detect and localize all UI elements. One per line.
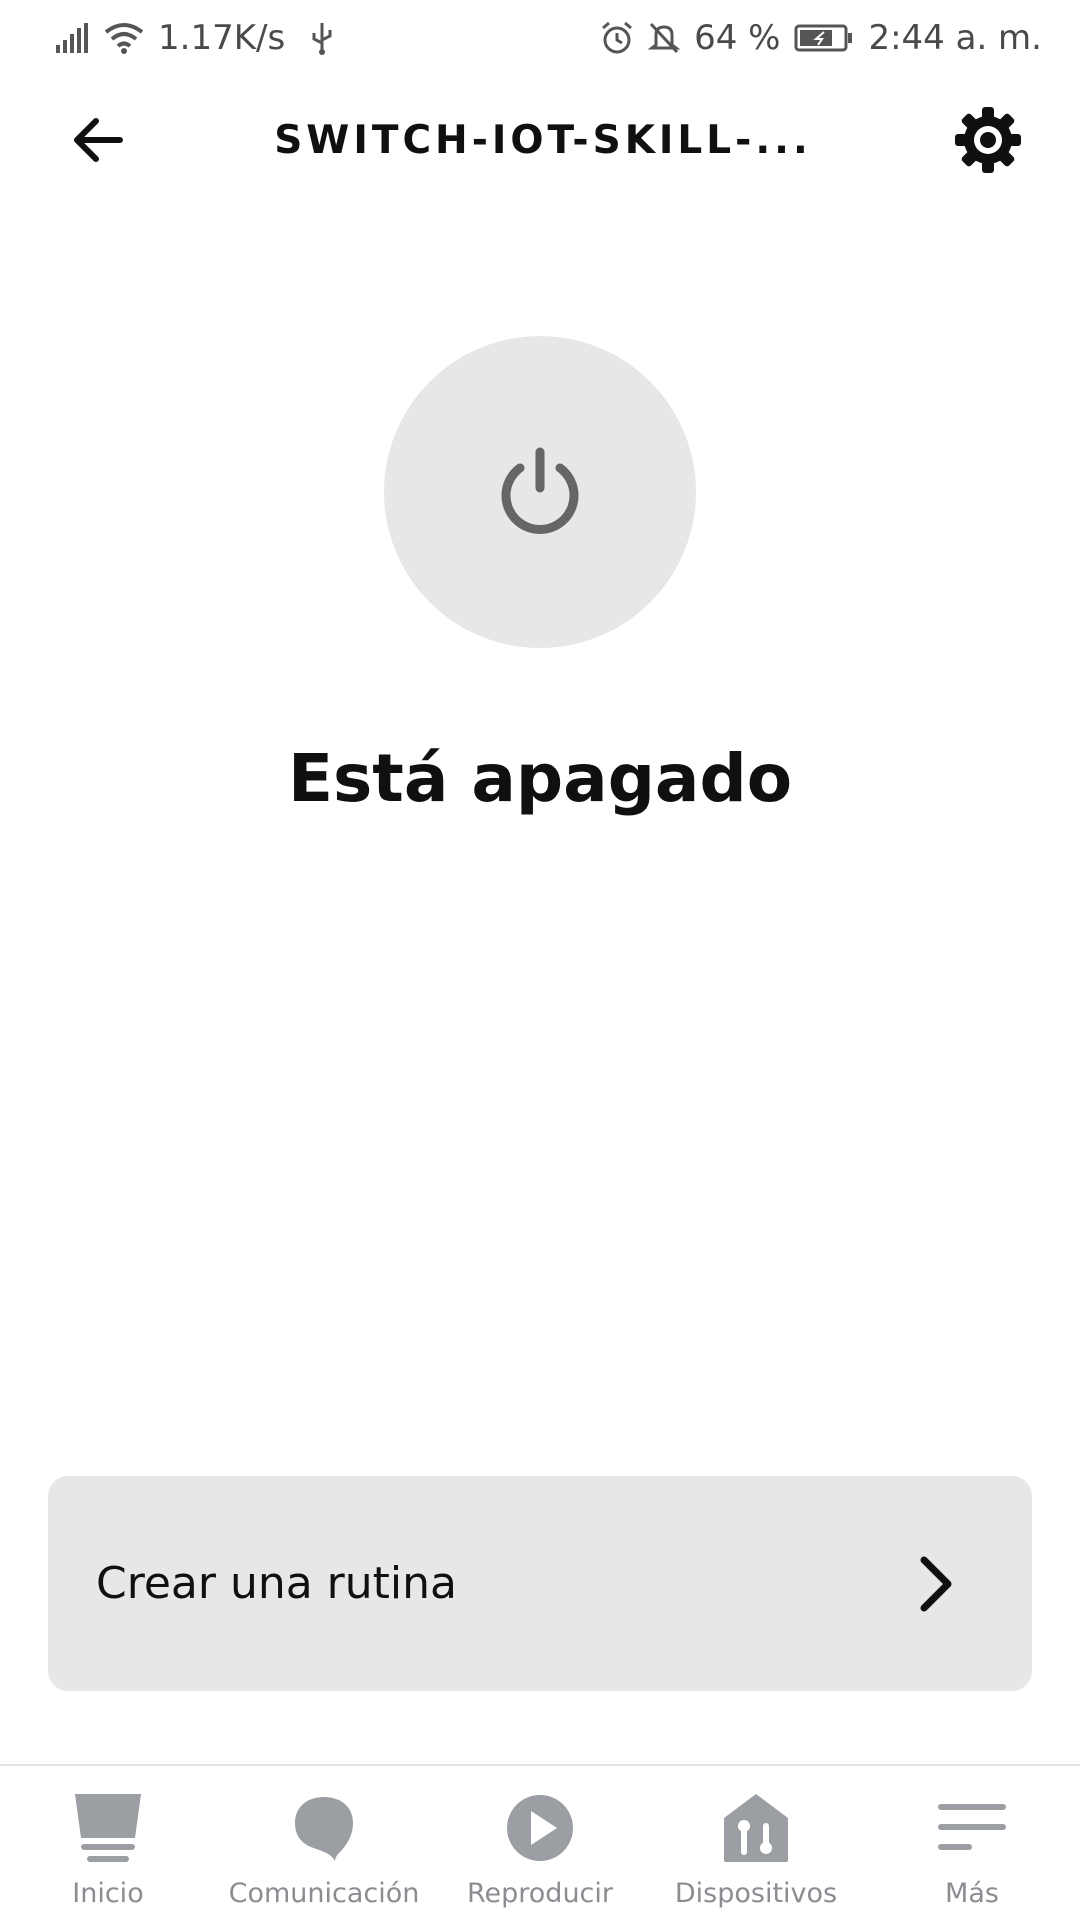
chat-bubble-icon: [284, 1788, 364, 1868]
bottom-navigation: Inicio Comunicación Reproducir Dispositi…: [0, 1764, 1080, 1920]
nav-item-mas[interactable]: Más: [864, 1766, 1080, 1920]
chevron-right-icon: [920, 1556, 952, 1611]
menu-icon: [932, 1788, 1012, 1868]
clock: 2:44 a. m.: [868, 18, 1042, 58]
nav-item-reproducir[interactable]: Reproducir: [432, 1766, 648, 1920]
devices-home-icon: [716, 1788, 796, 1868]
nav-label-inicio: Inicio: [72, 1878, 144, 1909]
page-title: SWITCH-IOT-SKILL-...: [274, 117, 812, 163]
nav-item-comunicacion[interactable]: Comunicación: [216, 1766, 432, 1920]
app-header: SWITCH-IOT-SKILL-...: [0, 84, 1080, 196]
screen: 1.17K/s 64 % 2:44 a. m. SWITCH-IOT-SKILL…: [0, 0, 1080, 1920]
create-routine-label: Crear una rutina: [96, 1558, 457, 1609]
settings-button[interactable]: [948, 100, 1028, 180]
wifi-icon: [104, 22, 144, 54]
nav-label-mas: Más: [945, 1878, 999, 1909]
gear-icon: [954, 107, 1021, 173]
create-routine-button[interactable]: Crear una rutina: [48, 1476, 1032, 1691]
power-icon: [501, 447, 579, 534]
play-icon: [500, 1788, 580, 1868]
battery-percent: 64 %: [694, 18, 781, 58]
status-right: 64 % 2:44 a. m.: [600, 18, 1042, 58]
signal-icon: [56, 23, 90, 53]
mute-bell-icon: [648, 21, 681, 55]
nav-item-inicio[interactable]: Inicio: [0, 1766, 216, 1920]
back-arrow-icon: [74, 118, 123, 162]
back-button[interactable]: [58, 100, 138, 180]
battery-icon: [794, 23, 854, 53]
nav-label-reproducir: Reproducir: [466, 1878, 614, 1909]
nav-item-dispositivos[interactable]: Dispositivos: [648, 1766, 864, 1920]
status-bar: 1.17K/s 64 % 2:44 a. m.: [0, 0, 1080, 76]
status-left: 1.17K/s: [56, 18, 333, 58]
home-icon: [68, 1788, 148, 1868]
usb-icon: [311, 21, 333, 55]
device-state-label: Está apagado: [287, 740, 793, 817]
nav-label-dispositivos: Dispositivos: [674, 1878, 838, 1909]
network-speed: 1.17K/s: [158, 18, 286, 58]
alarm-icon: [600, 21, 634, 55]
nav-label-comunicacion: Comunicación: [228, 1878, 420, 1909]
power-toggle-button[interactable]: [384, 336, 696, 648]
